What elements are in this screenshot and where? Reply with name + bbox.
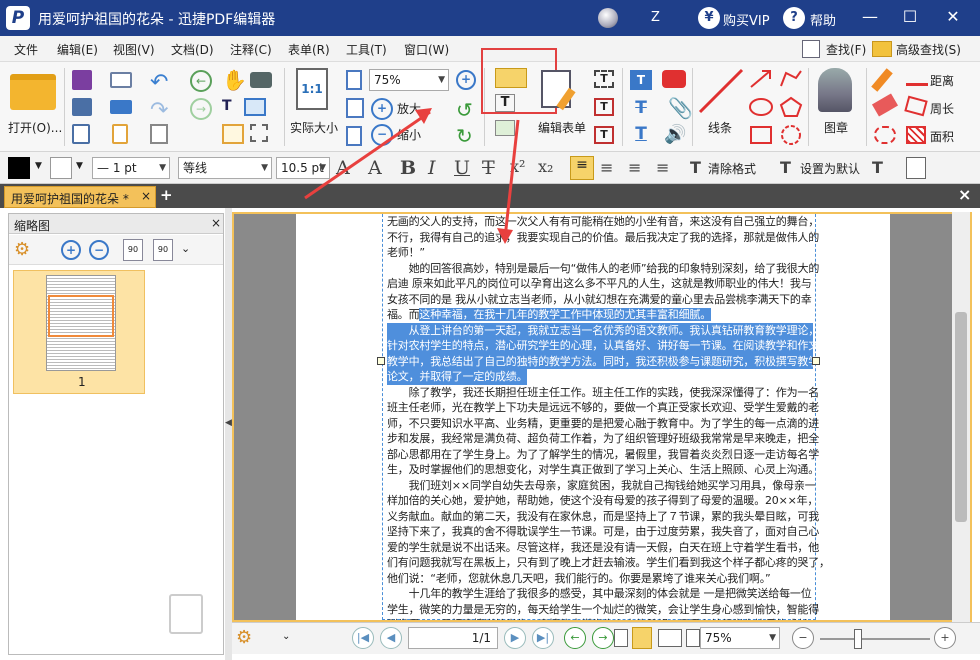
arrowhead-document — [497, 228, 513, 244]
arrow-to-zoom — [304, 110, 431, 200]
arrow-to-document — [503, 119, 520, 239]
annotation-arrows — [304, 108, 520, 244]
